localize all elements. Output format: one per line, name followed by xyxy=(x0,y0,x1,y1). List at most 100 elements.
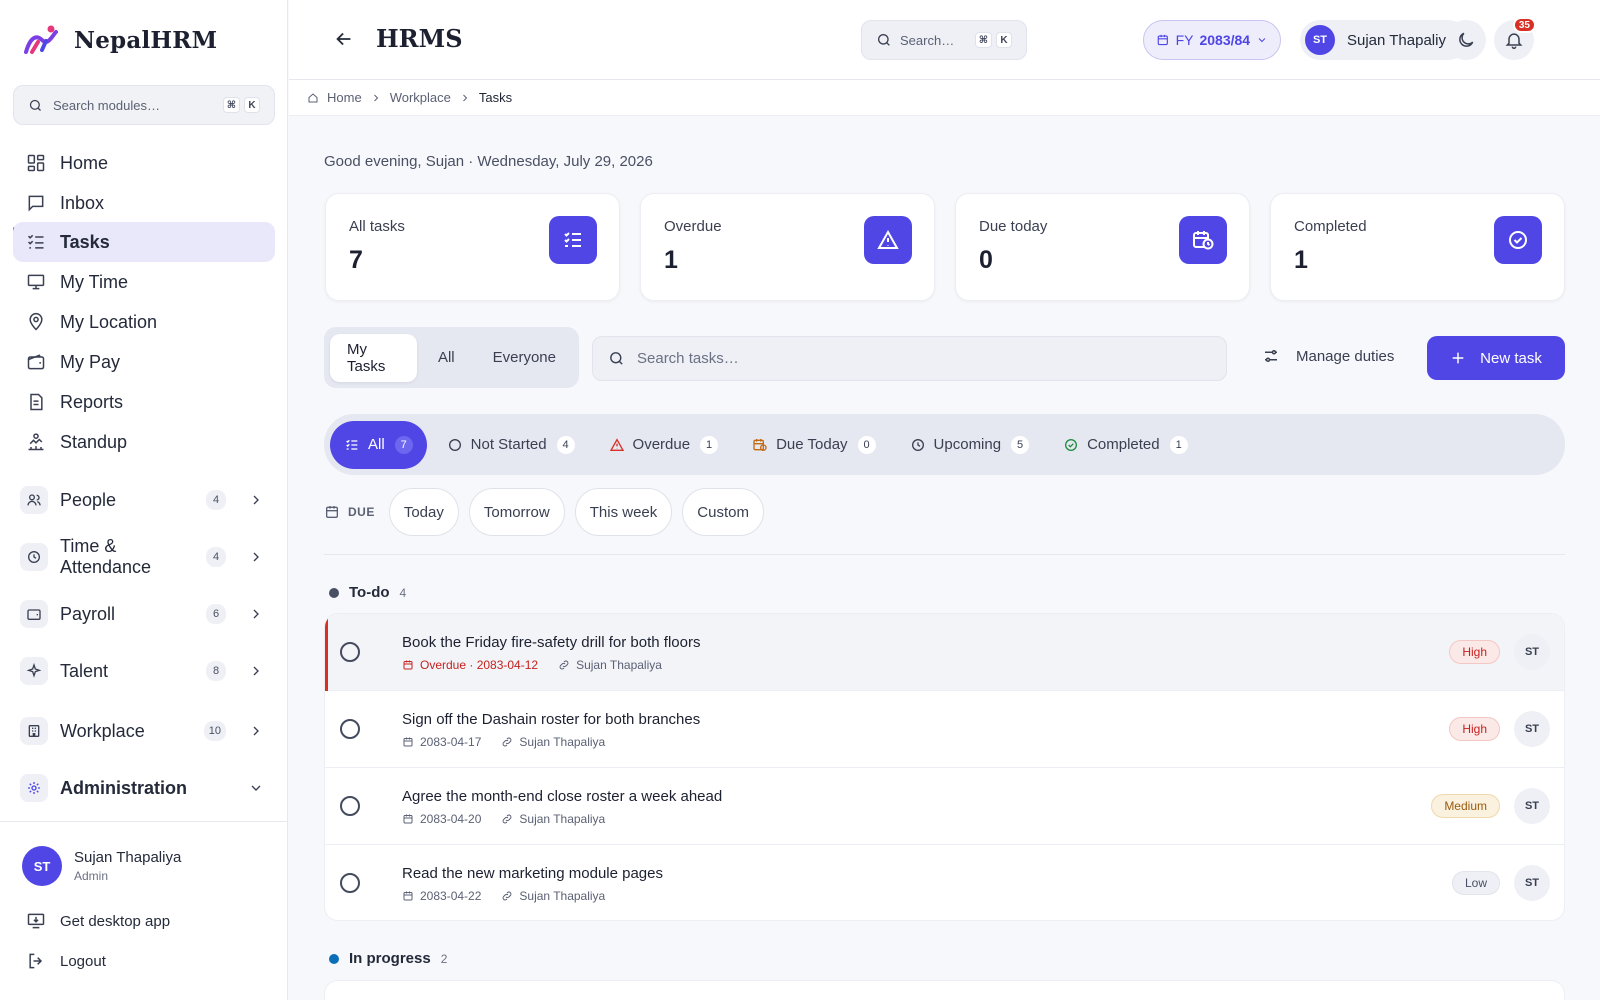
page-title: HRMS xyxy=(376,24,463,53)
warning-icon xyxy=(609,437,624,451)
task-title[interactable]: Sign off the Dashain roster for both bra… xyxy=(402,711,700,728)
sidebar-item-my-location[interactable]: My Location xyxy=(13,302,275,342)
section-title: To-do xyxy=(349,584,390,601)
manage-duties-button[interactable]: Manage duties xyxy=(1262,347,1394,365)
back-arrow-icon[interactable] xyxy=(333,28,355,50)
task-complete-checkbox[interactable] xyxy=(340,873,360,893)
tab-all[interactable]: All xyxy=(421,334,472,382)
task-title[interactable]: Agree the month-end close roster a week … xyxy=(402,788,722,805)
task-meta: Overdue · 2083-04-12 Sujan Thapaliya xyxy=(402,658,662,672)
sidebar-item-home[interactable]: Home xyxy=(13,143,275,183)
section-count: 2 xyxy=(440,951,448,966)
task-list-in-progress xyxy=(324,980,1565,1000)
sidebar-item-standup[interactable]: Standup xyxy=(13,422,275,462)
new-task-button[interactable]: New task xyxy=(1427,336,1565,380)
due-today-button[interactable]: Today xyxy=(388,488,459,536)
due-custom-button[interactable]: Custom xyxy=(682,488,764,536)
theme-toggle-button[interactable] xyxy=(1446,20,1486,60)
section-header-in-progress[interactable]: In progress 2 xyxy=(329,950,447,967)
task-complete-checkbox[interactable] xyxy=(340,642,360,662)
task-row[interactable]: Book the Friday fire-safety drill for bo… xyxy=(325,614,1564,691)
shortcut-key-k: K xyxy=(996,32,1012,48)
link-icon xyxy=(559,660,569,670)
calendar-clock-icon xyxy=(1179,216,1227,264)
sidebar-item-my-pay[interactable]: My Pay xyxy=(13,342,275,382)
task-complete-checkbox[interactable] xyxy=(340,796,360,816)
sidebar-group-payroll[interactable]: Payroll 6 xyxy=(20,594,270,634)
filter-all[interactable]: All 7 xyxy=(330,420,427,469)
sidebar-item-reports[interactable]: Reports xyxy=(13,382,275,422)
greeting: Good evening, Sujan · Wednesday, July 29… xyxy=(324,153,653,170)
sidebar-item-tasks[interactable]: Tasks xyxy=(13,222,275,262)
link-icon xyxy=(503,737,512,747)
module-search-input[interactable]: Search modules… ⌘ K xyxy=(13,85,275,125)
global-search-input[interactable]: Search… ⌘ K xyxy=(861,20,1027,60)
shortcut-key-cmd: ⌘ xyxy=(222,97,240,113)
due-filter: DUE Today Tomorrow This week Custom xyxy=(324,488,764,536)
filter-upcoming[interactable]: Upcoming 5 xyxy=(894,421,1044,469)
due-this-week-button[interactable]: This week xyxy=(574,488,673,536)
sidebar-group-administration[interactable]: Administration xyxy=(20,768,270,808)
sidebar-group-count: 4 xyxy=(206,547,226,567)
breadcrumb-workplace[interactable]: Workplace xyxy=(390,90,451,105)
sidebar-user-profile[interactable]: ST Sujan Thapaliya Admin xyxy=(22,846,181,886)
new-task-label: New task xyxy=(1480,349,1542,367)
notifications-button[interactable]: 35 xyxy=(1494,17,1536,60)
task-row[interactable]: Sign off the Dashain roster for both bra… xyxy=(325,691,1564,768)
search-icon xyxy=(29,99,41,111)
sidebar-group-people[interactable]: People 4 xyxy=(20,480,270,520)
logout-link[interactable]: Logout xyxy=(26,951,106,971)
location-pin-icon xyxy=(29,312,43,331)
search-icon xyxy=(610,352,623,365)
due-tomorrow-button[interactable]: Tomorrow xyxy=(468,488,565,536)
filter-overdue[interactable]: Overdue 1 xyxy=(593,421,733,469)
logout-label: Logout xyxy=(60,952,106,970)
task-search-input[interactable]: Search tasks… xyxy=(592,336,1227,381)
task-row[interactable]: Read the new marketing module pages 2083… xyxy=(325,845,1564,920)
sidebar-group-talent[interactable]: Talent 8 xyxy=(20,651,270,691)
sidebar-item-my-time[interactable]: My Time xyxy=(13,262,275,302)
sidebar-group-workplace[interactable]: Workplace 10 xyxy=(20,711,270,751)
get-desktop-app-link[interactable]: Get desktop app xyxy=(26,911,170,931)
section-title: In progress xyxy=(349,950,431,967)
calendar-icon xyxy=(1157,34,1168,46)
task-complete-checkbox[interactable] xyxy=(340,719,360,739)
circle-icon xyxy=(448,438,461,451)
sidebar-group-count: 4 xyxy=(206,490,226,510)
filter-not-started[interactable]: Not Started 4 xyxy=(431,421,589,469)
sidebar-item-inbox[interactable]: Inbox xyxy=(13,183,275,223)
sidebar-group-time-attendance[interactable]: Time & Attendance 4 xyxy=(20,536,270,577)
global-search-placeholder: Search… xyxy=(900,32,955,48)
filter-due-today[interactable]: Due Today 0 xyxy=(736,421,889,469)
priority-badge: Medium xyxy=(1431,794,1500,818)
user-menu[interactable]: ST Sujan Thapaliya xyxy=(1300,20,1468,60)
moon-icon xyxy=(1459,32,1474,47)
tab-my-tasks[interactable]: My Tasks xyxy=(330,333,417,382)
due-filter-label: DUE xyxy=(324,504,375,520)
priority-badge: Low xyxy=(1451,871,1500,895)
calendar-icon xyxy=(403,891,413,901)
fiscal-year-prefix: FY xyxy=(1175,32,1194,48)
sidebar-group-label: Administration xyxy=(60,777,188,798)
breadcrumb-home[interactable]: Home xyxy=(327,90,362,105)
fiscal-year-selector[interactable]: FY 2083/84 xyxy=(1143,20,1281,60)
brand[interactable]: NepalHRM xyxy=(22,24,217,56)
brand-name: NepalHRM xyxy=(74,26,218,54)
section-header-todo[interactable]: To-do 4 xyxy=(329,584,406,601)
manage-duties-label: Manage duties xyxy=(1296,347,1395,365)
assignee-avatar[interactable]: ST xyxy=(1514,634,1550,670)
assignee-avatar[interactable]: ST xyxy=(1514,711,1550,747)
task-title[interactable]: Book the Friday fire-safety drill for bo… xyxy=(402,634,700,651)
sparkle-icon xyxy=(20,657,48,685)
assignee-avatar[interactable]: ST xyxy=(1514,788,1550,824)
filter-completed[interactable]: Completed 1 xyxy=(1047,421,1202,469)
bell-icon xyxy=(1505,33,1523,50)
grid-icon xyxy=(27,154,45,172)
warning-icon xyxy=(864,216,912,264)
tab-everyone[interactable]: Everyone xyxy=(476,334,573,382)
avatar: ST xyxy=(1305,25,1335,55)
task-title[interactable]: Read the new marketing module pages xyxy=(402,865,663,882)
topbar: HRMS Search… ⌘ K FY 2083/84 ST Sujan Thap… xyxy=(289,0,1600,80)
task-row[interactable]: Agree the month-end close roster a week … xyxy=(325,768,1564,845)
assignee-avatar[interactable]: ST xyxy=(1514,865,1550,901)
